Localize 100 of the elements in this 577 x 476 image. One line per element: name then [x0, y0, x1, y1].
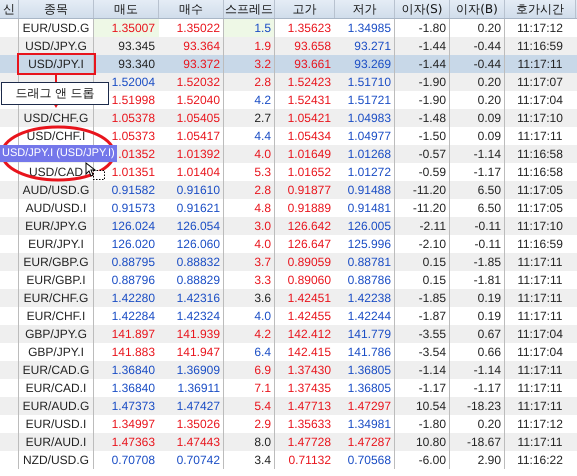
price-cell: 1.36805	[348, 381, 391, 395]
price-cell: 126.642	[288, 219, 331, 233]
symbol-cell: USD/CHF.G	[24, 111, 88, 125]
symbol-cell: EUR/CHF.G	[24, 291, 88, 305]
swap-cell: -18.67	[466, 435, 501, 449]
price-cell: 1.36911	[178, 381, 220, 395]
symbol-cell: EUR/CHF.I	[26, 309, 86, 323]
drag-label: USD/JPY.I (USD/JPY.I)	[0, 145, 117, 162]
time-cell: 11:16:58	[517, 165, 563, 179]
price-cell: 1.47373	[112, 399, 155, 413]
price-cell: 0.70708	[112, 453, 155, 467]
price-cell: 126.647	[288, 237, 331, 251]
price-cell: 0.91573	[112, 201, 155, 215]
price-cell: 1.42238	[348, 291, 391, 305]
price-cell: 3.2	[254, 57, 271, 71]
price-cell: 1.51721	[348, 93, 391, 107]
swap-cell: -1.14	[418, 363, 446, 377]
time-cell: 11:17:11	[518, 255, 562, 269]
price-cell: 2.8	[254, 183, 271, 197]
time-cell: 11:17:11	[518, 399, 562, 413]
price-cell: 2.8	[254, 75, 271, 89]
price-cell: 1.05378	[112, 111, 155, 125]
price-cell: 4.2	[254, 93, 271, 107]
price-cell: 126.020	[112, 237, 155, 251]
price-cell: 4.0	[254, 237, 271, 251]
price-cell: 5.4	[254, 399, 271, 413]
price-cell: 142.415	[288, 345, 331, 359]
time-cell: 11:17:11	[518, 381, 562, 395]
swap-cell: 0.09	[478, 111, 501, 125]
price-cell: 141.939	[176, 327, 220, 341]
swap-cell: -1.17	[474, 165, 501, 179]
price-cell: 93.340	[118, 57, 155, 71]
price-cell: 0.70568	[348, 453, 391, 467]
price-cell: 1.34997	[112, 417, 155, 431]
swap-cell: -1.17	[474, 381, 501, 395]
price-cell: 0.91877	[288, 183, 331, 197]
price-cell: 1.5	[254, 21, 271, 35]
time-cell: 11:17:11	[518, 435, 562, 449]
time-cell: 11:17:10	[517, 111, 563, 125]
swap-cell: -0.11	[474, 237, 501, 251]
price-cell: 1.52032	[176, 75, 220, 89]
swap-cell: -3.54	[418, 345, 446, 359]
price-cell: 141.897	[112, 327, 155, 341]
swap-cell: -1.14	[474, 147, 501, 161]
swap-cell: -1.50	[418, 129, 446, 143]
price-cell: 2.7	[254, 111, 271, 125]
price-cell: 1.04983	[348, 111, 391, 125]
price-cell: 1.05417	[176, 129, 220, 143]
swap-cell: 0.15	[422, 255, 446, 269]
swap-cell: -1.85	[474, 255, 501, 269]
time-cell: 11:16:59	[517, 237, 563, 251]
time-cell: 11:17:11	[518, 57, 562, 71]
price-cell: 0.91488	[348, 183, 391, 197]
price-cell: 0.88832	[176, 255, 220, 269]
swap-cell: -11.20	[412, 183, 446, 197]
symbol-cell: EUR/CAD.G	[22, 363, 90, 377]
time-cell: 11:17:10	[517, 219, 563, 233]
price-cell: 1.35007	[112, 21, 155, 35]
price-cell: 1.52423	[288, 75, 331, 89]
price-cell: 1.35633	[288, 417, 331, 431]
swap-cell: -2.10	[418, 237, 446, 251]
price-cell: 1.05405	[176, 111, 220, 125]
price-cell: 1.36840	[112, 381, 155, 395]
swap-cell: -1.44	[418, 39, 446, 53]
swap-cell: -6.00	[418, 453, 446, 467]
price-cell: 3.3	[254, 273, 271, 287]
callout-label: 드래그 앤 드롭	[1, 82, 109, 105]
swap-cell: -11.20	[412, 201, 446, 215]
swap-cell: 0.67	[478, 327, 501, 341]
time-cell: 11:17:12	[517, 417, 563, 431]
price-cell: 1.34985	[348, 21, 391, 35]
price-cell: 0.70742	[176, 453, 220, 467]
price-cell: 93.364	[183, 39, 220, 53]
time-cell: 11:17:11	[518, 363, 562, 377]
price-cell: 1.35022	[176, 21, 220, 35]
symbol-cell: EUR/USD.G	[22, 21, 90, 35]
time-cell: 11:17:12	[517, 21, 563, 35]
symbol-cell: EUR/JPY.G	[25, 219, 87, 233]
price-cell: 1.37430	[288, 363, 331, 377]
price-cell: 1.42324	[176, 309, 220, 323]
swap-cell: -0.11	[474, 219, 501, 233]
price-cell: 1.47427	[176, 399, 220, 413]
price-cell: 1.51998	[112, 93, 155, 107]
swap-cell: -0.59	[418, 165, 446, 179]
symbol-cell: USD/CAD	[28, 165, 83, 179]
price-cell: 0.91621	[176, 201, 220, 215]
price-cell: 125.996	[348, 237, 391, 251]
price-cell: 1.01351	[112, 165, 155, 179]
swap-cell: -1.48	[418, 111, 446, 125]
swap-cell: -1.87	[418, 309, 446, 323]
swap-cell: -1.85	[418, 291, 446, 305]
swap-cell: 10.54	[416, 399, 446, 413]
swap-cell: -1.80	[418, 21, 446, 35]
price-cell: 1.47443	[176, 435, 220, 449]
swap-cell: -0.44	[474, 39, 501, 53]
price-cell: 8.0	[254, 435, 271, 449]
price-cell: 141.779	[348, 327, 391, 341]
time-cell: 11:17:11	[518, 129, 562, 143]
price-cell: 1.36909	[176, 363, 220, 377]
price-cell: 1.01272	[348, 165, 391, 179]
